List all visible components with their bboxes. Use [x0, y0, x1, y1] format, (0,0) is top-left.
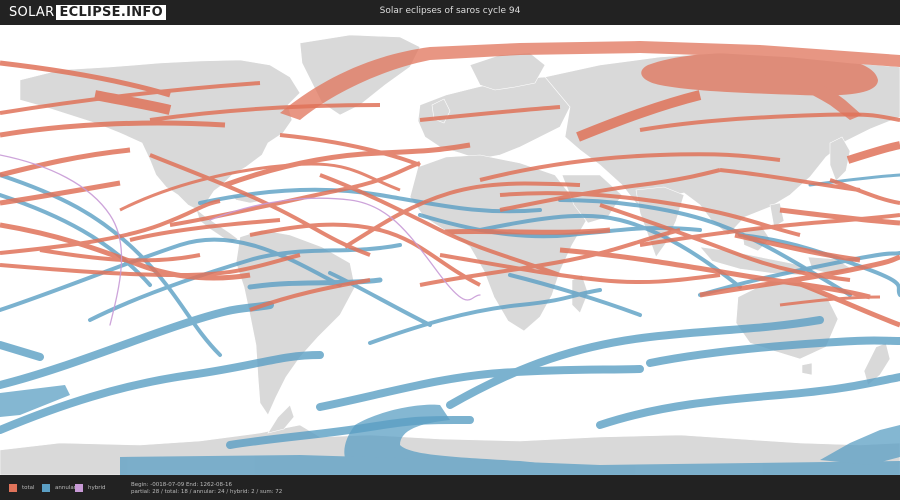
date-range: Begin: -0018-07-09 End: 1262-08-16 — [131, 482, 232, 488]
total-swatch-icon — [9, 484, 17, 492]
total-path — [444, 227, 611, 235]
top-bar: SOLAR ECLIPSE.INFO Solar eclipses of saro… — [0, 0, 900, 25]
land-africa — [409, 154, 587, 332]
annular-path — [0, 301, 274, 389]
annular-path — [0, 341, 44, 361]
total-path — [829, 178, 900, 205]
page-title: Solar eclipses of saros cycle 94 — [379, 6, 521, 16]
legend-label-hybrid: hybrid — [88, 485, 106, 491]
total-path — [0, 147, 131, 178]
footer-bar: total annular hybrid Begin: -0018-07-09 … — [0, 475, 900, 500]
legend-item-hybrid: hybrid — [75, 484, 106, 492]
annular-path — [646, 336, 900, 367]
land-japan — [829, 136, 851, 182]
eclipse-path-map — [0, 34, 900, 475]
legend-item-annular: annular — [42, 484, 76, 492]
hybrid-swatch-icon — [75, 484, 83, 492]
land-tasmania — [801, 362, 813, 376]
annular-swatch-icon — [42, 484, 50, 492]
annular-path — [368, 288, 602, 345]
eclipse-counts: partial: 28 / total: 18 / annular: 24 / … — [131, 489, 283, 495]
world-map[interactable] — [0, 25, 900, 475]
land-philippines — [769, 202, 785, 228]
total-path — [846, 141, 900, 164]
legend-item-total: total — [9, 484, 35, 492]
legend-label-annular: annular — [55, 485, 76, 491]
legend-label-total: total — [22, 485, 35, 491]
annular-path — [596, 373, 900, 429]
